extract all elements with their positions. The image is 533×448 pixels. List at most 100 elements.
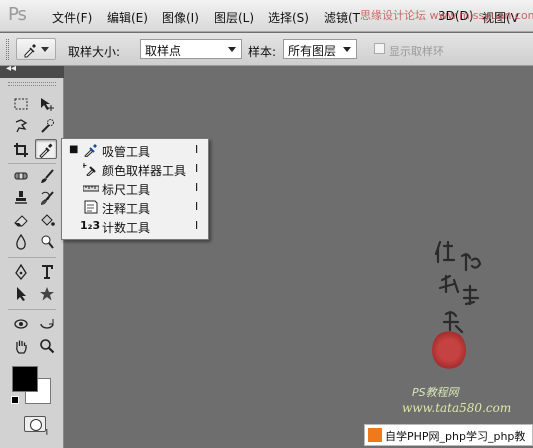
url-watermark: www.tata580.com: [402, 401, 512, 415]
arrow-cursor-icon: [17, 287, 26, 301]
blur-tool[interactable]: [10, 232, 32, 252]
marquee-icon: [14, 98, 28, 110]
paint-bucket-tool[interactable]: [36, 210, 58, 230]
magic-wand-icon: [41, 119, 54, 133]
type-tool[interactable]: [36, 262, 58, 282]
options-grip[interactable]: [6, 39, 9, 60]
flyout-shortcut: I: [195, 162, 199, 175]
toolbox-divider: [8, 309, 56, 310]
type-icon: [42, 265, 53, 279]
toolbox-grip[interactable]: [8, 82, 56, 86]
ps-tutorial-watermark: PS教程网: [412, 386, 459, 399]
brush-tool[interactable]: [36, 166, 58, 186]
flyout-item-color-sampler[interactable]: 颜色取样器工具 I: [62, 160, 208, 179]
crop-icon: [14, 143, 28, 157]
3d-rotate-tool[interactable]: [10, 314, 32, 334]
custom-shape-tool[interactable]: [36, 284, 58, 304]
quick-selection-tool[interactable]: [36, 116, 58, 136]
flyout-item-label: 注释工具: [102, 202, 151, 216]
zoom-icon: [40, 339, 55, 354]
red-seal-stamp: [432, 330, 466, 370]
forum-watermark: 思缘设计论坛 www.missyuan.com: [360, 9, 533, 22]
3d-rotate-icon: [14, 319, 28, 329]
show-sampling-ring-label: 显示取样环: [389, 45, 444, 58]
menu-layer[interactable]: 图层(L): [214, 9, 254, 26]
flyout-item-label: 颜色取样器工具: [102, 164, 187, 178]
3d-orbit-tool[interactable]: [36, 314, 58, 334]
flyout-item-label: 吸管工具: [102, 145, 151, 159]
zoom-tool[interactable]: [36, 336, 58, 356]
site-banner[interactable]: 自学PHP网_php学习_php教: [364, 424, 533, 446]
marquee-tool[interactable]: [10, 94, 32, 114]
pen-tool[interactable]: [10, 262, 32, 282]
sample-value: 所有图层: [288, 44, 337, 58]
collapse-icon[interactable]: ◂◂: [6, 63, 16, 74]
move-icon: [41, 98, 54, 111]
color-sampler-icon: [81, 162, 100, 178]
stamp-icon: [15, 191, 27, 204]
menu-image[interactable]: 图像(I): [162, 9, 199, 26]
note-icon: [82, 200, 100, 216]
chevron-down-icon: [41, 47, 49, 52]
flyout-item-note[interactable]: 注释工具 I: [62, 198, 208, 217]
foreground-color-swatch-top[interactable]: [12, 366, 38, 392]
brush-icon: [41, 169, 54, 183]
quick-mask-button[interactable]: [24, 416, 46, 432]
eraser-tool[interactable]: [10, 210, 32, 230]
chevron-down-icon: [343, 47, 351, 52]
tool-preset-picker[interactable]: [16, 38, 56, 60]
site-logo-icon: [368, 428, 382, 442]
sample-size-select[interactable]: 取样点: [140, 39, 242, 59]
sample-label: 样本:: [248, 45, 277, 59]
history-brush-tool[interactable]: [36, 188, 58, 208]
eyedropper-icon: [82, 143, 100, 159]
ruler-icon: [82, 181, 100, 197]
photoshop-logo: Ps: [8, 4, 27, 25]
eyedropper-icon: [39, 143, 53, 159]
healing-brush-tool[interactable]: [10, 166, 32, 186]
hand-tool[interactable]: [10, 336, 32, 356]
path-selection-tool[interactable]: [10, 284, 32, 304]
menu-filter[interactable]: 滤镜(T: [324, 9, 360, 26]
menu-select[interactable]: 选择(S): [268, 9, 309, 26]
count-icon: 1₂3: [80, 219, 101, 232]
toolbox-divider: [8, 257, 56, 258]
lasso-icon: [15, 119, 28, 133]
flyout-item-ruler[interactable]: 标尺工具 I: [62, 179, 208, 198]
history-brush-icon: [41, 191, 54, 205]
default-colors-icon[interactable]: [11, 396, 19, 404]
sample-size-value: 取样点: [145, 44, 182, 58]
flyout-item-label: 计数工具: [102, 221, 151, 235]
move-tool[interactable]: [36, 94, 58, 114]
eyedropper-tool[interactable]: [35, 139, 57, 159]
3d-orbit-icon: [40, 319, 54, 329]
star-shape-icon: [40, 287, 54, 301]
bandage-icon: [14, 172, 28, 180]
flyout-item-label: 标尺工具: [102, 183, 151, 197]
paint-bucket-icon: [41, 214, 55, 226]
menu-edit[interactable]: 编辑(E): [107, 9, 148, 26]
toolbox-divider: [8, 163, 56, 164]
flyout-shortcut: I: [195, 200, 199, 213]
banner-text: 自学PHP网_php学习_php教: [385, 430, 526, 443]
clone-stamp-tool[interactable]: [10, 188, 32, 208]
menu-bar: Ps 文件(F) 编辑(E) 图像(I) 图层(L) 选择(S) 滤镜(T 3D…: [0, 0, 533, 32]
flyout-shortcut: I: [195, 143, 199, 156]
menu-file[interactable]: 文件(F): [52, 9, 92, 26]
eraser-icon: [14, 215, 28, 227]
eyedropper-icon: [24, 44, 36, 58]
toolbox-header[interactable]: ◂◂: [0, 63, 64, 78]
crop-tool[interactable]: [10, 140, 32, 160]
dodge-icon: [41, 235, 54, 249]
show-sampling-ring-checkbox[interactable]: [374, 43, 385, 54]
lasso-tool[interactable]: [10, 116, 32, 136]
flyout-item-eyedropper[interactable]: ■ 吸管工具 I: [62, 141, 208, 160]
selected-bullet: ■: [69, 144, 79, 155]
flyout-shortcut: I: [195, 219, 199, 232]
sample-select[interactable]: 所有图层: [283, 39, 357, 59]
chevron-down-icon: [228, 47, 236, 52]
flyout-shortcut: I: [195, 181, 199, 194]
flyout-item-count[interactable]: 1₂3 计数工具 I: [62, 217, 208, 236]
dodge-tool[interactable]: [36, 232, 58, 252]
options-bar: 取样大小: 取样点 样本: 所有图层: [0, 33, 533, 66]
